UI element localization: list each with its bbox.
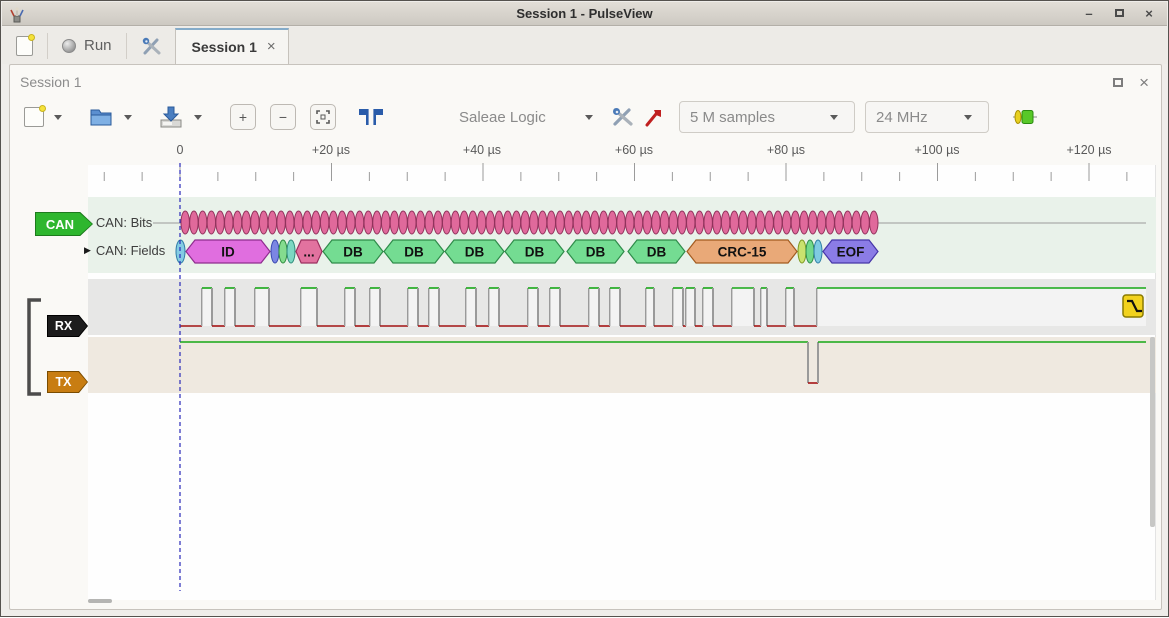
sample-rate-value: 24 MHz xyxy=(876,109,930,126)
rx-band xyxy=(88,279,1156,335)
channels-button[interactable] xyxy=(639,101,669,133)
new-view-button[interactable] xyxy=(20,101,48,133)
zoom-fit-button[interactable] xyxy=(310,104,336,130)
configure-device-button[interactable] xyxy=(607,101,639,133)
session-window: Session 1 × xyxy=(9,64,1162,610)
chevron-down-icon[interactable] xyxy=(54,115,62,120)
save-icon xyxy=(158,105,184,129)
session-toolbar: + − Saleae Logic xyxy=(10,95,1161,139)
chevron-down-icon xyxy=(585,115,593,120)
zoom-in-button[interactable]: + xyxy=(230,104,256,130)
new-view-icon xyxy=(24,107,44,127)
run-button[interactable]: Run xyxy=(54,31,120,61)
decoder-tag-can-label: CAN xyxy=(36,213,92,235)
decode-row-fields-label: CAN: Fields xyxy=(96,243,165,258)
tab-label: Session 1 xyxy=(192,39,257,55)
settings-button[interactable] xyxy=(133,31,171,61)
main-toolbar: Run Session 1 × xyxy=(2,27,1167,64)
zoom-out-button[interactable]: − xyxy=(270,104,296,130)
sample-count-value: 5 M samples xyxy=(690,109,796,126)
new-session-button[interactable] xyxy=(8,31,41,61)
zoom-fit-icon xyxy=(316,110,330,124)
probe-icon xyxy=(643,106,665,128)
window-title: Session 1 - PulseView xyxy=(2,6,1167,21)
device-selector[interactable]: Saleae Logic xyxy=(459,109,599,126)
tab-session-1[interactable]: Session 1 × xyxy=(175,28,289,64)
decode-band xyxy=(88,197,1156,273)
channel-tag-tx-label: TX xyxy=(48,372,87,392)
decode-row-fields[interactable]: ▶ CAN: Fields xyxy=(84,243,165,258)
save-button[interactable] xyxy=(154,101,188,133)
channel-tag-rx-label: RX xyxy=(48,316,87,336)
minimize-button[interactable]: – xyxy=(1081,5,1097,21)
add-decoder-button[interactable] xyxy=(1008,101,1042,133)
horizontal-scrollbar-thumb[interactable] xyxy=(88,599,112,603)
decode-row-bits[interactable]: ▶ CAN: Bits xyxy=(84,215,152,230)
session-close-button[interactable]: × xyxy=(1139,73,1149,93)
trigger-markers-button[interactable] xyxy=(353,101,389,133)
chevron-down-icon xyxy=(964,115,972,120)
pulseview-window: Session 1 - PulseView – × Run Session 1 xyxy=(0,0,1169,617)
chevron-down-icon xyxy=(830,115,838,120)
sample-rate-combo[interactable]: 24 MHz xyxy=(865,101,989,133)
open-folder-icon xyxy=(88,106,114,128)
vertical-scrollbar-thumb[interactable] xyxy=(1150,337,1155,527)
device-name: Saleae Logic xyxy=(459,109,579,126)
run-state-icon xyxy=(62,39,76,53)
wrench-screwdriver-icon xyxy=(141,36,163,56)
trigger-flags-icon xyxy=(357,107,385,127)
tab-close-icon[interactable]: × xyxy=(267,38,276,55)
close-button[interactable]: × xyxy=(1141,5,1157,21)
titlebar: Session 1 - PulseView – × xyxy=(2,2,1167,26)
chevron-down-icon[interactable] xyxy=(194,115,202,120)
maximize-button[interactable] xyxy=(1111,5,1127,21)
decoder-icon xyxy=(1012,107,1038,127)
tx-band xyxy=(88,337,1156,393)
new-file-icon xyxy=(16,36,33,56)
session-restore-button[interactable] xyxy=(1113,74,1123,92)
toolbar-separator xyxy=(47,33,48,59)
wrench-screwdriver-icon xyxy=(611,106,635,128)
run-label: Run xyxy=(84,37,112,54)
open-button[interactable] xyxy=(84,101,118,133)
session-title: Session 1 xyxy=(20,74,81,90)
toolbar-separator xyxy=(126,33,127,59)
sample-count-combo[interactable]: 5 M samples xyxy=(679,101,855,133)
decode-row-bits-label: CAN: Bits xyxy=(96,215,152,230)
expand-arrow-icon[interactable]: ▶ xyxy=(84,245,91,256)
chevron-down-icon[interactable] xyxy=(124,115,132,120)
